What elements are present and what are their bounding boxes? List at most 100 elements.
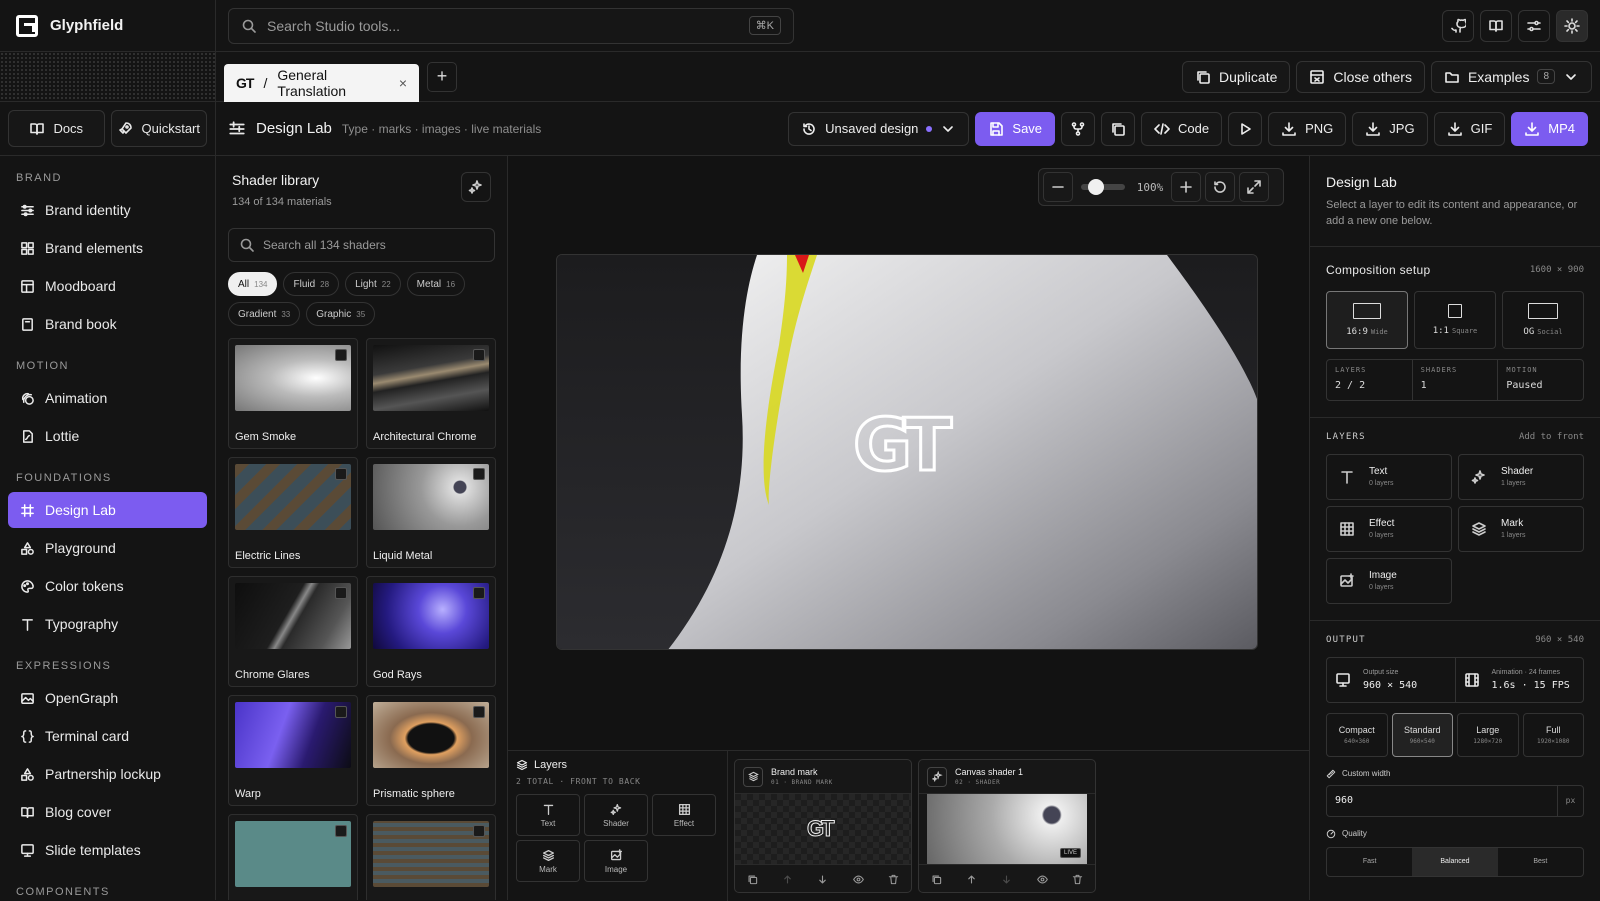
close-tab-icon[interactable]: ×	[399, 75, 407, 91]
quality-best[interactable]: Best	[1498, 848, 1583, 876]
docs-button[interactable]: Docs	[8, 110, 105, 147]
export-mp4-button[interactable]: MP4	[1511, 111, 1588, 146]
quality-fast[interactable]: Fast	[1327, 848, 1412, 876]
sidebar-item-animation[interactable]: Animation	[8, 380, 207, 416]
eye-icon[interactable]	[1036, 874, 1048, 885]
layer-type-image[interactable]: Image 0 layers	[1326, 557, 1452, 604]
examples-dropdown[interactable]: Examples 8	[1430, 60, 1592, 93]
custom-width-input[interactable]: 960 px	[1326, 784, 1584, 817]
settings-toggle-button[interactable]	[1518, 9, 1550, 42]
add-effect-layer-button[interactable]: Effect	[652, 794, 716, 836]
shader-card-gem-smoke[interactable]: Gem Smoke	[228, 338, 358, 449]
duplicate-icon[interactable]	[747, 874, 758, 885]
arrow-up-icon[interactable]	[782, 874, 793, 885]
shader-card-architectural-chrome[interactable]: Architectural Chrome	[366, 338, 496, 449]
layer-card-brand-mark[interactable]: Brand mark 01 · BRAND MARK GT	[734, 759, 912, 893]
save-icon	[988, 121, 1004, 137]
duplicate-button[interactable]: Duplicate	[1182, 60, 1291, 93]
sidebar-item-design-lab[interactable]: Design Lab	[8, 492, 207, 528]
save-button[interactable]: Save	[975, 111, 1056, 146]
sidebar-item-brand-book[interactable]: Brand book	[8, 306, 207, 342]
add-image-layer-button[interactable]: Image	[584, 840, 648, 882]
zoom-out-button[interactable]	[1043, 172, 1073, 202]
preset-standard[interactable]: Standard 960×540	[1391, 712, 1453, 757]
trash-icon[interactable]	[888, 874, 899, 885]
sidebar-item-brand-identity[interactable]: Brand identity	[8, 192, 207, 228]
menu-icon[interactable]	[228, 120, 246, 138]
add-shader-layer-button[interactable]: Shader	[584, 794, 648, 836]
layer-type-shader[interactable]: Shader 1 layers	[1458, 453, 1584, 500]
close-others-button[interactable]: Close others	[1296, 60, 1425, 93]
shader-card-chrome-glares[interactable]: Chrome Glares	[228, 576, 358, 687]
unsaved-design-dropdown[interactable]: Unsaved design	[788, 111, 970, 146]
eye-icon[interactable]	[852, 874, 864, 885]
shader-card[interactable]	[228, 814, 358, 900]
copy-button[interactable]	[1101, 111, 1136, 146]
fullscreen-button[interactable]	[1239, 172, 1269, 202]
arrow-down-icon[interactable]	[817, 874, 828, 885]
zoom-in-button[interactable]	[1171, 172, 1201, 202]
artboard[interactable]: GT	[556, 254, 1258, 650]
zoom-slider[interactable]	[1081, 179, 1125, 195]
chip-gradient[interactable]: Gradient 33	[228, 302, 301, 326]
reset-zoom-button[interactable]	[1205, 172, 1235, 202]
export-png-button[interactable]: PNG	[1268, 111, 1347, 146]
layer-type-mark[interactable]: Mark 1 layers	[1458, 505, 1584, 552]
quality-balanced[interactable]: Balanced	[1412, 847, 1498, 876]
duplicate-icon[interactable]	[931, 874, 942, 885]
shader-card[interactable]	[366, 814, 496, 900]
preset-compact[interactable]: Compact 640×360	[1326, 712, 1388, 757]
export-gif-button[interactable]: GIF	[1433, 111, 1506, 146]
aspect-og-button[interactable]: OG Social	[1502, 290, 1584, 349]
docs-book-button[interactable]	[1480, 9, 1512, 42]
sidebar-item-color-tokens[interactable]: Color tokens	[8, 568, 207, 604]
brand-mark-gt[interactable]: GT	[852, 408, 954, 483]
theme-toggle-button[interactable]	[1556, 9, 1588, 42]
sidebar-item-opengraph[interactable]: OpenGraph	[8, 680, 207, 716]
sidebar-item-blog-cover[interactable]: Blog cover	[8, 794, 207, 830]
arrow-up-icon[interactable]	[966, 874, 977, 885]
shader-card-warp[interactable]: Warp	[228, 695, 358, 806]
sidebar-item-terminal-card[interactable]: Terminal card	[8, 718, 207, 754]
chip-fluid[interactable]: Fluid 28	[283, 272, 340, 296]
quickstart-button[interactable]: Quickstart	[110, 110, 207, 147]
aspect-16-9-button[interactable]: 16:9 Wide	[1326, 290, 1408, 349]
sidebar-item-moodboard[interactable]: Moodboard	[8, 268, 207, 304]
sidebar-item-slide-templates[interactable]: Slide templates	[8, 832, 207, 868]
shader-card-prismatic-sphere[interactable]: Prismatic sphere	[366, 695, 496, 806]
layer-type-effect[interactable]: Effect 0 layers	[1326, 505, 1452, 552]
shader-card-electric-lines[interactable]: Electric Lines	[228, 457, 358, 568]
github-button[interactable]	[1442, 9, 1474, 42]
random-shader-button[interactable]	[461, 172, 491, 202]
zoom-slider-handle[interactable]	[1088, 179, 1104, 195]
chip-graphic[interactable]: Graphic 35	[306, 302, 376, 326]
trash-icon[interactable]	[1072, 874, 1083, 885]
chip-light[interactable]: Light 22	[345, 272, 401, 296]
branch-button[interactable]	[1061, 111, 1096, 146]
new-tab-button[interactable]: +	[427, 61, 457, 92]
aspect-1-1-button[interactable]: 1:1 Square	[1414, 290, 1496, 349]
add-mark-layer-button[interactable]: Mark	[516, 840, 580, 882]
sidebar-item-lottie[interactable]: Lottie	[8, 418, 207, 454]
layer-type-text[interactable]: Text 0 layers	[1326, 453, 1452, 500]
chip-all[interactable]: All 134	[228, 272, 278, 296]
export-jpg-button[interactable]: JPG	[1352, 111, 1428, 146]
sidebar-item-playground[interactable]: Playground	[8, 530, 207, 566]
shader-card-liquid-metal[interactable]: Liquid Metal	[366, 457, 496, 568]
sidebar-item-partnership-lockup[interactable]: Partnership lockup	[8, 756, 207, 792]
tab-general-translation[interactable]: GT / General Translation ×	[224, 63, 419, 102]
layer-card-canvas-shader[interactable]: Canvas shader 1 02 · SHADER LIVE	[918, 759, 1096, 893]
play-button[interactable]	[1228, 111, 1263, 146]
code-button[interactable]: Code	[1141, 111, 1223, 146]
preset-large[interactable]: Large 1280×720	[1457, 712, 1519, 757]
chip-metal[interactable]: Metal 16	[406, 272, 466, 296]
sidebar-item-typography[interactable]: Typography	[8, 606, 207, 642]
studio-search-input[interactable]: Search Studio tools... ⌘K	[228, 7, 794, 44]
add-text-layer-button[interactable]: Text	[516, 794, 580, 836]
shader-card-god-rays[interactable]: God Rays	[366, 576, 496, 687]
sidebar-item-brand-elements[interactable]: Brand elements	[8, 230, 207, 266]
arrow-down-icon[interactable]	[1001, 874, 1012, 885]
shader-search-input[interactable]: Search all 134 shaders	[228, 228, 495, 262]
glyphfield-logo-icon[interactable]	[16, 14, 38, 37]
preset-full[interactable]: Full 1920×1080	[1522, 712, 1584, 757]
